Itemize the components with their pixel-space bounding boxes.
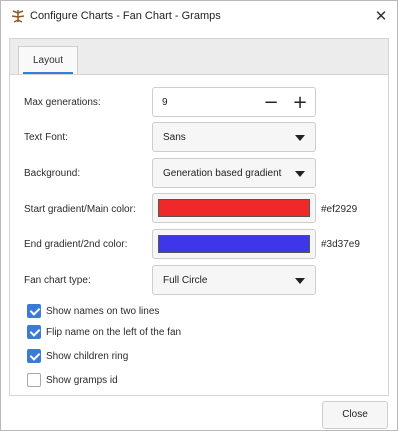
end-gradient-color-button[interactable]: [152, 229, 316, 259]
max-generations-input[interactable]: 9: [162, 97, 168, 108]
fan-chart-type-value: Full Circle: [163, 275, 208, 286]
end-gradient-label: End gradient/2nd color:: [24, 239, 128, 250]
max-generations-label: Max generations:: [24, 97, 101, 108]
tab-layout[interactable]: Layout: [18, 46, 78, 75]
text-font-label: Text Font:: [24, 132, 68, 143]
fan-chart-type-label: Fan chart type:: [24, 275, 91, 286]
end-gradient-swatch: [158, 235, 310, 253]
tab-layout-label: Layout: [32, 55, 64, 66]
show-names-two-lines-checkbox[interactable]: [27, 304, 41, 318]
chevron-down-icon: [295, 171, 305, 177]
background-combo[interactable]: Generation based gradient: [152, 158, 316, 188]
start-gradient-hex: #ef2929: [321, 204, 358, 215]
window-close-icon[interactable]: ✕: [367, 3, 395, 29]
close-button[interactable]: Close: [322, 401, 388, 429]
configure-charts-dialog: Configure Charts - Fan Chart - Gramps ✕ …: [0, 0, 398, 431]
show-names-two-lines-label: Show names on two lines: [46, 306, 160, 317]
tab-bar: Layout: [9, 38, 389, 75]
chevron-down-icon: [295, 278, 305, 284]
flip-name-label: Flip name on the left of the fan: [46, 327, 182, 338]
text-font-combo[interactable]: Sans: [152, 122, 316, 152]
show-children-ring-checkbox[interactable]: [27, 349, 41, 363]
max-generations-spinner: 9 − +: [152, 87, 316, 117]
show-gramps-id-checkbox[interactable]: [27, 373, 41, 387]
flip-name-checkbox[interactable]: [27, 325, 41, 339]
start-gradient-swatch: [158, 199, 310, 217]
window-title: Configure Charts - Fan Chart - Gramps: [30, 10, 221, 22]
show-gramps-id-label: Show gramps id: [46, 375, 118, 386]
text-font-value: Sans: [163, 132, 186, 143]
background-label: Background:: [24, 168, 81, 179]
fan-chart-type-combo[interactable]: Full Circle: [152, 265, 316, 295]
start-gradient-color-button[interactable]: [152, 193, 316, 223]
increment-button[interactable]: +: [288, 91, 312, 115]
chevron-down-icon: [295, 135, 305, 141]
start-gradient-label: Start gradient/Main color:: [24, 204, 136, 215]
title-bar: Configure Charts - Fan Chart - Gramps ✕: [1, 1, 397, 31]
end-gradient-hex: #3d37e9: [321, 239, 360, 250]
show-children-ring-label: Show children ring: [46, 351, 129, 362]
background-value: Generation based gradient: [163, 168, 282, 179]
decrement-button[interactable]: −: [259, 91, 283, 115]
layout-panel: Max generations: 9 − + Text Font: Sans B…: [9, 74, 389, 396]
gramps-app-icon: [11, 10, 25, 23]
